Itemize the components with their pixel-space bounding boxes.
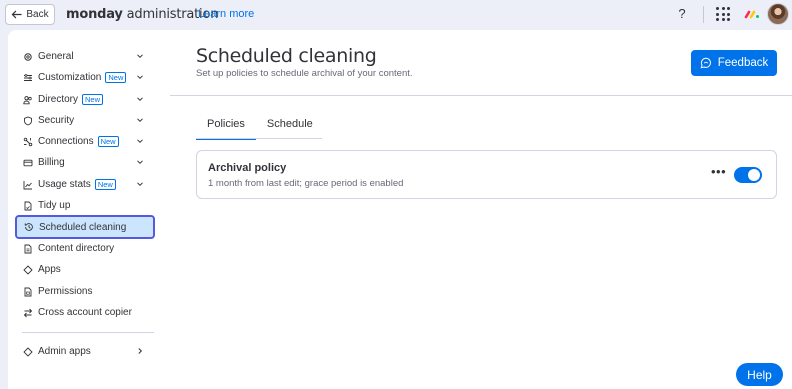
chevron-down-icon — [137, 97, 143, 102]
policy-enabled-toggle[interactable] — [734, 167, 762, 183]
chevron-down-icon — [137, 182, 143, 187]
sidebar-item-directory[interactable]: Directory New — [14, 89, 147, 110]
policy-name: Archival policy — [208, 162, 287, 174]
tabs: Policies Schedule — [196, 116, 324, 140]
sidebar-item-label: Directory — [38, 94, 79, 105]
sidebar-item-label: Security — [38, 115, 75, 126]
chevron-down-icon — [137, 118, 143, 123]
chevron-down-icon — [137, 75, 143, 80]
chevron-right-icon — [138, 348, 143, 354]
feedback-label: Feedback — [717, 57, 769, 69]
arrow-left-icon — [12, 10, 23, 19]
tabs-divider — [196, 138, 322, 139]
learn-more-link[interactable]: Learn more — [198, 8, 254, 20]
sidebar-item-cross-account-copier[interactable]: Cross account copier — [14, 302, 147, 323]
sidebar-item-connections[interactable]: Connections New — [14, 131, 147, 152]
history-icon — [23, 221, 35, 233]
sidebar-item-label: Apps — [38, 264, 61, 275]
sidebar-item-label: Connections — [38, 136, 94, 147]
sidebar-item-permissions[interactable]: Permissions — [14, 281, 147, 302]
chart-icon — [22, 179, 34, 191]
sidebar-divider — [22, 332, 154, 333]
new-badge: New — [97, 136, 119, 147]
sidebar-item-security[interactable]: Security — [14, 110, 147, 131]
sidebar-item-label: Scheduled cleaning — [39, 221, 127, 233]
apps-icon — [22, 264, 34, 276]
main-content: Scheduled cleaning Set up policies to sc… — [170, 30, 792, 389]
sidebar-item-apps[interactable]: Apps — [14, 259, 147, 280]
page-title: Scheduled cleaning — [196, 45, 377, 67]
chevron-down-icon — [137, 54, 143, 59]
back-button[interactable]: Back — [5, 4, 55, 25]
sidebar-item-label: Cross account copier — [38, 307, 132, 318]
sidebar-item-label: Permissions — [38, 286, 93, 297]
card-icon — [22, 157, 34, 169]
new-badge: New — [94, 179, 116, 190]
new-badge: New — [105, 72, 127, 83]
sliders-icon — [22, 72, 34, 84]
back-label: Back — [26, 9, 49, 20]
sidebar-item-customization[interactable]: Customization New — [14, 67, 147, 88]
gear-icon — [22, 51, 34, 63]
apps-icon — [22, 346, 34, 358]
app-title: monday administration — [66, 7, 218, 22]
sidebar-item-label: Usage stats — [38, 179, 91, 190]
tab-schedule[interactable]: Schedule — [256, 116, 324, 140]
policy-description: 1 month from last edit; grace period is … — [208, 178, 404, 189]
people-icon — [22, 94, 34, 106]
lock-doc-icon — [22, 286, 34, 298]
apps-grid-icon[interactable] — [716, 7, 730, 21]
page-subtitle: Set up policies to schedule archival of … — [196, 68, 413, 79]
swap-icon — [22, 307, 34, 319]
chevron-down-icon — [137, 160, 143, 165]
sidebar-item-scheduled-cleaning[interactable]: Scheduled cleaning — [15, 215, 155, 239]
toggle-knob — [748, 169, 760, 181]
feedback-button[interactable]: Feedback — [691, 50, 777, 76]
help-button[interactable]: Help — [736, 363, 783, 386]
shield-icon — [22, 115, 34, 127]
sidebar-item-admin-apps[interactable]: Admin apps — [14, 341, 147, 362]
page-header: Scheduled cleaning Set up policies to sc… — [170, 30, 792, 96]
top-bar: Back monday administration Learn more ? — [0, 0, 792, 30]
chevron-down-icon — [137, 139, 143, 144]
app-name-bold: monday — [66, 7, 123, 22]
sidebar-item-label: Customization — [38, 72, 102, 83]
sidebar-item-billing[interactable]: Billing — [14, 152, 147, 173]
sidebar-item-label: Admin apps — [38, 346, 91, 357]
avatar[interactable] — [767, 3, 789, 25]
sidebar-item-tidy-up[interactable]: Tidy up — [14, 195, 147, 216]
help-question-icon[interactable]: ? — [675, 6, 689, 21]
sidebar-item-label: General — [38, 51, 74, 62]
policy-card: Archival policy 1 month from last edit; … — [196, 150, 777, 199]
sidebar-item-label: Billing — [38, 157, 65, 168]
sidebar-item-label: Content directory — [38, 243, 115, 254]
sidebar-item-content-directory[interactable]: Content directory — [14, 238, 147, 259]
topbar-divider — [703, 6, 704, 23]
more-options-button[interactable]: ••• — [711, 164, 726, 179]
sidebar-item-usage-stats[interactable]: Usage stats New — [14, 174, 147, 195]
new-badge: New — [82, 94, 104, 105]
document-icon — [22, 200, 34, 212]
connections-icon — [22, 136, 34, 148]
feedback-icon — [700, 57, 711, 69]
sidebar-item-label: Tidy up — [38, 200, 71, 211]
monday-logo-icon[interactable] — [744, 9, 760, 19]
sidebar-item-general[interactable]: General — [14, 46, 147, 67]
tab-policies[interactable]: Policies — [196, 116, 256, 140]
folder-doc-icon — [22, 243, 34, 255]
